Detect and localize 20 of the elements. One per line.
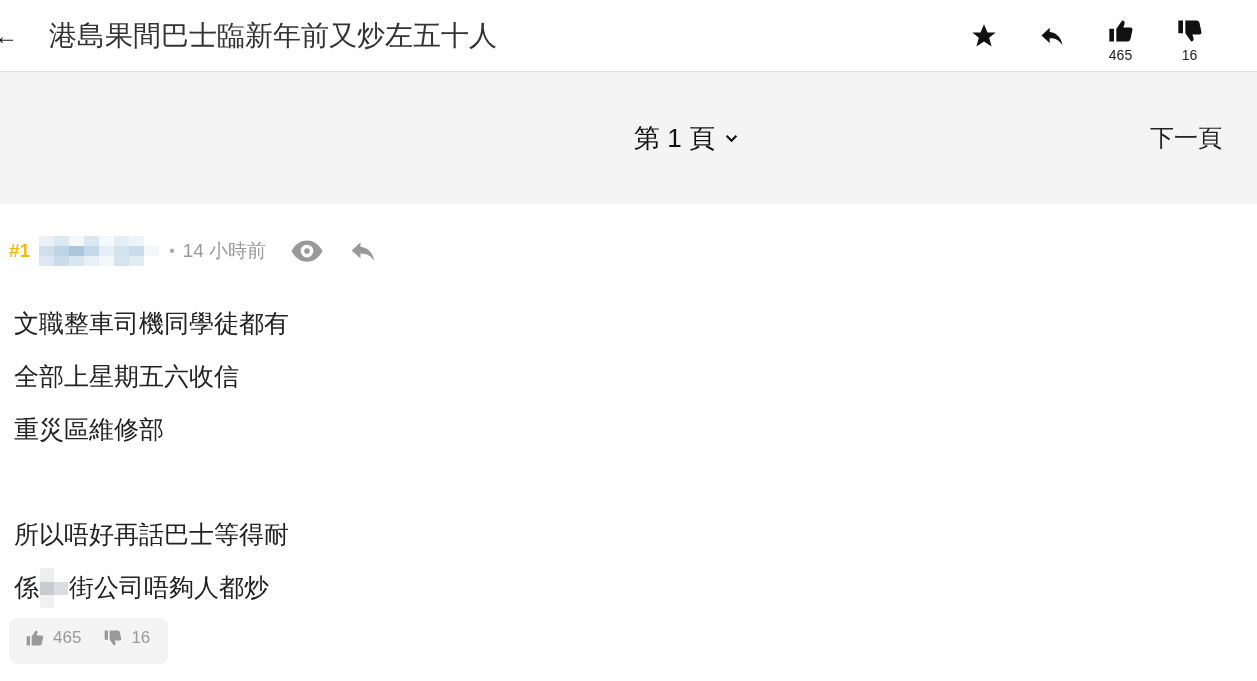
redacted-text xyxy=(40,567,68,608)
post-text: 所以唔好再話巴士等得耐 xyxy=(14,519,289,550)
chevron-down-icon xyxy=(724,133,738,143)
post-time: 14 小時前 xyxy=(182,238,267,263)
thumbs-down-icon[interactable] xyxy=(103,628,124,648)
post-text: 文職整車司機同學徒都有 xyxy=(14,308,289,339)
like-count: 465 xyxy=(1108,46,1133,63)
separator-dot: • xyxy=(169,241,175,260)
page-selector[interactable]: 第 1 頁 xyxy=(634,120,738,156)
thread-title: 港島果間巴士臨新年前又炒左五十人 xyxy=(49,18,498,53)
next-page-link[interactable]: 下一頁 xyxy=(1150,122,1222,154)
post-number: #1 xyxy=(9,239,31,262)
post-text: 係 xyxy=(14,572,39,603)
thumbs-up-icon[interactable] xyxy=(25,628,45,648)
dislike-count: 16 xyxy=(131,628,151,648)
dislike-count: 16 xyxy=(1181,46,1198,63)
post-text: 全部上星期五六收信 xyxy=(14,361,239,392)
post-text: 重災區維修部 xyxy=(14,414,164,445)
post-text: 街公司唔夠人都炒 xyxy=(69,572,269,603)
like-count: 465 xyxy=(53,628,82,648)
